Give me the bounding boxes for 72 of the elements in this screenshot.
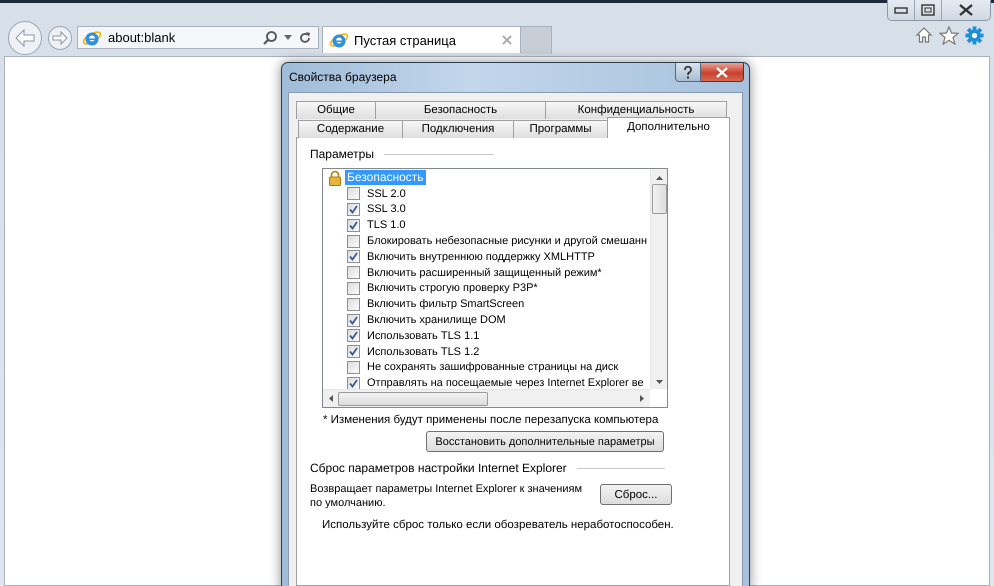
maximize-icon (921, 4, 935, 16)
checkbox[interactable] (347, 329, 360, 342)
refresh-icon[interactable] (298, 30, 312, 44)
settings-icon[interactable] (965, 26, 984, 44)
checkbox[interactable] (347, 266, 360, 280)
checkbox[interactable] (347, 360, 360, 374)
option-label: TLS 1.0 (367, 219, 406, 232)
close-icon (958, 4, 974, 16)
group-label: Сброс параметров настройки Internet Explorer (310, 461, 567, 475)
tab[interactable]: Подключения (402, 120, 514, 138)
option-label: Включить строгую проверку P3P* (367, 282, 538, 294)
tab[interactable]: Конфиденциальность (545, 101, 727, 119)
scroll-thumb[interactable] (338, 392, 488, 406)
option-label: Использовать TLS 1.2 (367, 346, 480, 358)
back-button[interactable] (7, 20, 43, 56)
restore-button[interactable]: Восстановить дополнительные параметры (426, 431, 664, 452)
tab[interactable]: Дополнительно (607, 117, 730, 138)
reset-button[interactable]: Сброс... (600, 484, 672, 505)
option-label: Блокировать небезопасные рисунки и другой смешанн (367, 235, 648, 248)
close-button[interactable] (701, 63, 744, 82)
minimize-icon (894, 6, 908, 14)
tab[interactable]: Общие (296, 101, 376, 119)
dialog-title: Свойства браузера (289, 70, 398, 84)
close-icon (715, 66, 729, 78)
dropdown-caret-icon[interactable] (284, 35, 292, 40)
browser-tab[interactable]: Пустая страница (322, 26, 521, 53)
close-button[interactable] (942, 0, 990, 20)
tab[interactable]: Программы (513, 120, 608, 138)
checkbox[interactable] (347, 187, 360, 200)
scroll-left-icon[interactable] (329, 395, 333, 402)
option-label: SSL 3.0 (367, 203, 406, 216)
option-label: Отправлять на посещаемые через Internet Explorer ве (367, 377, 644, 389)
footnote-text: * Изменения будут применены после перезапуска компьютера (323, 414, 660, 426)
checkbox[interactable] (347, 298, 360, 311)
address-bar[interactable]: about:blank (77, 26, 319, 49)
option-label: Включить внутреннюю поддержку XMLHTTP (367, 250, 595, 263)
checkbox[interactable] (347, 202, 360, 216)
search-icon[interactable] (262, 30, 278, 46)
address-text: about:blank (108, 30, 176, 45)
maximize-button[interactable] (915, 0, 942, 20)
scroll-thumb[interactable] (652, 184, 666, 214)
star-icon[interactable] (939, 26, 959, 44)
help-button[interactable] (675, 63, 701, 82)
minimize-button[interactable] (888, 0, 915, 20)
scroll-up-icon[interactable] (656, 176, 662, 180)
help-icon (683, 66, 693, 78)
lock-icon (327, 170, 343, 186)
checkbox[interactable] (347, 282, 360, 295)
checkbox[interactable] (347, 234, 360, 248)
option-label: Включить расширенный защищенный режим* (367, 266, 602, 279)
option-label: SSL 2.0 (367, 188, 406, 200)
reset-description: Возвращает параметры Internet Explorer к значениям по умолчанию. (310, 482, 584, 510)
checkbox[interactable] (347, 345, 360, 358)
option-label: Включить хранилище DOM (367, 314, 506, 326)
vertical-scrollbar[interactable] (650, 169, 667, 389)
home-icon[interactable] (915, 26, 933, 44)
horizontal-scrollbar[interactable] (323, 389, 650, 407)
tab[interactable]: Безопасность (375, 101, 546, 119)
scroll-down-icon[interactable] (656, 380, 662, 384)
checkbox[interactable] (347, 376, 360, 389)
tab-title: Пустая страница (354, 32, 457, 48)
group-label: Параметры (310, 147, 374, 161)
checkbox[interactable] (347, 314, 360, 327)
option-label: Включить фильтр SmartScreen (367, 298, 524, 310)
option-label: Использовать TLS 1.1 (367, 330, 480, 342)
checkbox[interactable] (347, 250, 360, 264)
checkbox[interactable] (347, 218, 360, 232)
forward-button[interactable] (47, 24, 73, 50)
scroll-right-icon[interactable] (640, 395, 644, 402)
reset-hint: Используйте сброс только если обозреватель неработоспособен. (322, 519, 675, 531)
option-label: Не сохранять зашифрованные страницы на диск (367, 361, 618, 374)
tab[interactable]: Содержание (298, 120, 403, 138)
